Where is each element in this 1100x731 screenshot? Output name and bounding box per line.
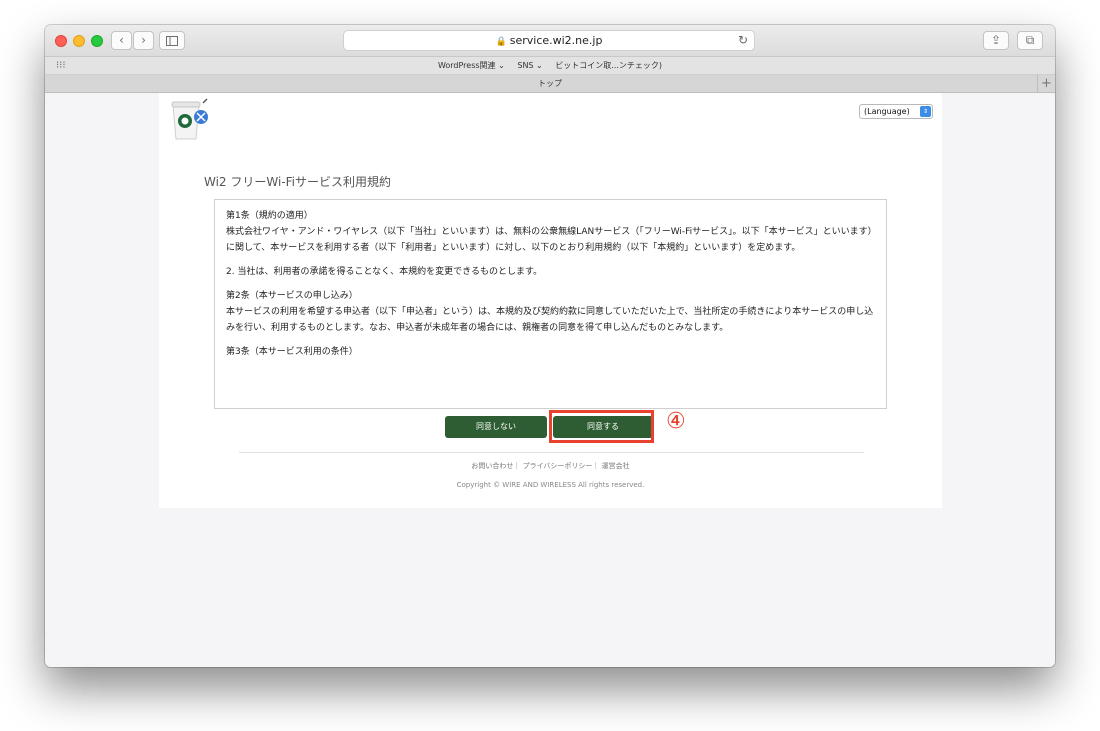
terms-article-1-body: 株式会社ワイヤ・アンド・ワイヤレス（以下「当社」といいます）は、無料の公衆無線L…	[226, 227, 873, 253]
reload-icon[interactable]: ↻	[738, 31, 748, 50]
footer-links[interactable]: お問い合わせ｜ プライバシーポリシー｜ 運営会社	[159, 461, 942, 471]
minimize-window-button[interactable]	[73, 35, 85, 47]
footer-divider	[239, 452, 864, 453]
terms-article-1-item-2: 2. 当社は、利用者の承諾を得ることなく、本規約を変更できるものとします。	[226, 267, 543, 277]
select-arrows-icon: ⇕	[920, 106, 931, 117]
tabs-icon: ⧉	[1025, 33, 1035, 47]
terms-article-2-heading: 第2条（本サービスの申し込み）	[226, 291, 358, 301]
terms-page: (Language) ⇕ Wi2 フリーWi-Fiサービス利用規約 第1条（規約…	[159, 93, 942, 508]
tabs-overview-button[interactable]: ⧉	[1017, 31, 1043, 50]
language-select[interactable]: (Language) ⇕	[859, 104, 933, 119]
grid-icon[interactable]: ⁝⁝⁝	[56, 57, 66, 74]
terms-text-box[interactable]: 第1条（規約の適用） 株式会社ワイヤ・アンド・ワイヤレス（以下「当社」といいます…	[214, 199, 887, 409]
sidebar-button[interactable]	[159, 31, 185, 50]
share-icon: ⇪	[990, 33, 1002, 47]
bookmark-wordpress[interactable]: WordPress関連 ⌄	[438, 61, 505, 70]
coffee-cup-logo-icon	[171, 98, 208, 140]
address-bar[interactable]: 🔒 service.wi2.ne.jp ↻	[343, 30, 755, 51]
bookmark-sns[interactable]: SNS ⌄	[517, 61, 542, 70]
bookmarks-bar: ⁝⁝⁝ WordPress関連 ⌄ SNS ⌄ ビットコイン取...ンチェック)	[45, 57, 1055, 75]
chevron-left-icon: ‹	[119, 33, 124, 47]
tab-bar: トップ +	[45, 75, 1055, 93]
tab-top[interactable]: トップ	[538, 79, 562, 88]
disagree-button[interactable]: 同意しない	[445, 416, 547, 438]
chevron-right-icon: ›	[141, 33, 146, 47]
web-viewport: (Language) ⇕ Wi2 フリーWi-Fiサービス利用規約 第1条（規約…	[45, 93, 1055, 667]
copyright: Copyright © WIRE AND WIRELESS All rights…	[456, 481, 645, 489]
browser-toolbar: ‹ › 🔒 service.wi2.ne.jp ↻ ⇪ ⧉	[45, 25, 1055, 57]
window-controls	[55, 35, 109, 54]
terms-article-1-heading: 第1条（規約の適用）	[226, 211, 313, 221]
browser-window: ‹ › 🔒 service.wi2.ne.jp ↻ ⇪ ⧉ ⁝⁝⁝ WordPre…	[45, 25, 1055, 667]
zoom-window-button[interactable]	[91, 35, 103, 47]
step-marker: ④	[666, 409, 686, 434]
lock-icon: 🔒	[495, 37, 507, 47]
page-title: Wi2 フリーWi-Fiサービス利用規約	[204, 175, 392, 189]
share-button[interactable]: ⇪	[983, 31, 1009, 50]
forward-button[interactable]: ›	[133, 31, 154, 50]
language-select-value: (Language)	[864, 107, 910, 116]
new-tab-button[interactable]: +	[1037, 75, 1055, 92]
agree-button-highlight	[549, 410, 654, 443]
terms-article-3-heading: 第3条（本サービス利用の条件）	[226, 347, 358, 357]
close-window-button[interactable]	[55, 35, 67, 47]
terms-article-2-body: 本サービスの利用を希望する申込者（以下「申込者」という）は、本規約及び契約約款に…	[226, 307, 874, 333]
address-url: service.wi2.ne.jp	[509, 34, 603, 47]
bookmark-bitcoin[interactable]: ビットコイン取...ンチェック)	[555, 61, 662, 70]
sidebar-icon	[166, 36, 178, 46]
back-button[interactable]: ‹	[111, 31, 132, 50]
